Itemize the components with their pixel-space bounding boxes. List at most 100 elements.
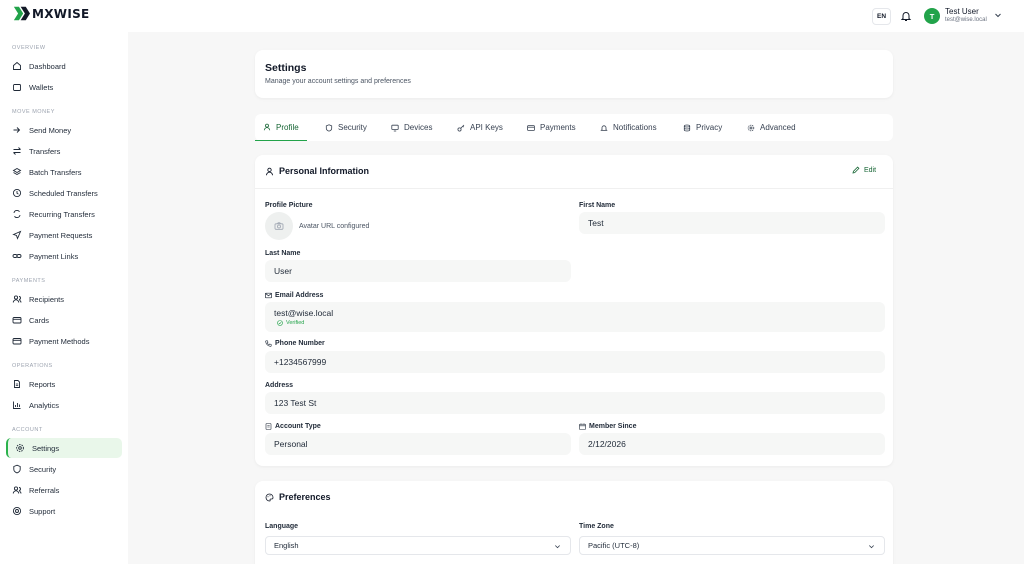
account-type-label: Account Type [265,423,321,430]
user-name[interactable]: Test User [945,7,979,16]
page-subtitle: Manage your account settings and prefere… [265,78,411,85]
tab-profile[interactable]: Profile [255,114,307,141]
verified-badge: Verified [277,320,304,326]
pencil-icon [852,166,860,174]
sidebar-item-label: Settings [32,443,60,453]
edit-button[interactable]: Edit [852,166,876,174]
sidebar-item-scheduled-transfers[interactable]: Scheduled Transfers [6,183,122,203]
sidebar-item-label: Reports [29,379,56,389]
tab-privacy[interactable]: Privacy [675,114,730,141]
language-value: English [274,541,299,550]
tab-label: Security [338,123,367,132]
profile-picture[interactable] [265,212,293,240]
send-icon [13,127,21,133]
sidebar-item-label: Transfers [29,146,61,156]
profile-picture-label: Profile Picture [265,202,313,209]
monitor-icon [391,124,399,131]
first-name-field[interactable]: Test [579,212,885,234]
palette-icon [265,493,274,501]
sidebar-item-label: Scheduled Transfers [29,188,98,198]
address-field[interactable]: 123 Test St [265,392,885,414]
bar-chart-icon [13,401,21,409]
logo[interactable]: MXWISE [13,5,90,22]
sidebar-item-payment-requests[interactable]: Payment Requests [6,225,122,245]
brand-name: MXWISE [32,6,90,21]
tab-label: API Keys [470,123,503,132]
tab-devices[interactable]: Devices [383,114,440,141]
calendar-icon [579,423,586,430]
wallet-icon [13,84,21,91]
logo-icon [13,6,30,21]
email-label: Email Address [265,292,323,299]
tab-payments[interactable]: Payments [519,114,584,141]
tab-advanced[interactable]: Advanced [739,114,804,141]
first-name-label: First Name [579,202,616,209]
sidebar-item-dashboard[interactable]: Dashboard [6,56,122,76]
language-select[interactable]: English [265,536,571,555]
sidebar-item-payment-links[interactable]: Payment Links [6,246,122,266]
card-icon [527,124,535,131]
sidebar-item-transfers[interactable]: Transfers [6,141,122,161]
user-avatar[interactable]: T [924,8,940,24]
sidebar-item-recurring-transfers[interactable]: Recurring Transfers [6,204,122,224]
phone-field[interactable]: +1234567999 [265,351,885,373]
card-icon [12,338,22,345]
sidebar-section-title: OPERATIONS [12,363,53,369]
sidebar-section-title: OVERVIEW [12,45,46,51]
tab-api-keys[interactable]: API Keys [449,114,511,141]
sidebar-item-payment-methods[interactable]: Payment Methods [6,331,122,351]
sidebar-item-send-money[interactable]: Send Money [6,120,122,140]
phone-icon [265,340,272,347]
email-field[interactable]: test@wise.local [265,302,885,332]
tab-security[interactable]: Security [317,114,375,141]
database-icon [683,124,691,131]
sidebar-item-label: Wallets [29,82,54,92]
page-header-card: Settings Manage your account settings an… [255,50,893,98]
sidebar: OVERVIEW Dashboard Wallets MOVE MONEY Se… [0,32,128,564]
card-icon [12,317,22,324]
sidebar-item-support[interactable]: Support [6,501,122,521]
preferences-card: Preferences Language English Time Zone P… [255,481,893,564]
sidebar-item-security[interactable]: Security [6,459,122,479]
lifebuoy-icon [12,506,22,516]
sidebar-item-settings[interactable]: Settings [6,438,122,458]
sidebar-item-cards[interactable]: Cards [6,310,122,330]
timezone-value: Pacific (UTC-8) [588,541,640,550]
sidebar-item-wallets[interactable]: Wallets [6,77,122,97]
paper-plane-icon [12,230,22,240]
gear-icon [16,444,24,452]
sidebar-item-label: Recurring Transfers [29,209,95,219]
member-since-field[interactable]: 2/12/2026 [579,433,885,455]
language-switch-button[interactable]: EN [872,8,891,25]
sidebar-item-referrals[interactable]: Referrals [6,480,122,500]
last-name-field[interactable]: User [265,260,571,282]
file-icon [14,380,20,388]
sidebar-item-label: Payment Links [29,251,79,261]
sidebar-item-analytics[interactable]: Analytics [6,395,122,415]
section-title: Personal Information [265,166,369,176]
mail-icon [265,292,272,299]
chevron-down-icon [869,545,874,549]
last-name-label: Last Name [265,250,301,257]
users-icon [12,486,22,494]
sidebar-item-label: Referrals [29,485,60,495]
section-title-text: Preferences [279,492,331,502]
sidebar-item-label: Security [29,464,57,474]
sidebar-item-label: Cards [29,315,50,325]
notifications-bell-icon[interactable] [900,10,912,22]
user-icon [266,167,273,175]
sidebar-section-title: ACCOUNT [12,427,43,433]
section-title-text: Personal Information [279,166,370,176]
account-type-field[interactable]: Personal [265,433,571,455]
sidebar-item-reports[interactable]: Reports [6,374,122,394]
chevron-down-icon [555,545,560,549]
tab-notifications[interactable]: Notifications [592,114,665,141]
chevron-down-icon[interactable] [994,11,1002,19]
language-label: Language [265,523,299,530]
settings-tabs: Profile Security Devices API Keys Paymen… [255,114,893,141]
sidebar-item-batch-transfers[interactable]: Batch Transfers [6,162,122,182]
sidebar-item-recipients[interactable]: Recipients [6,289,122,309]
timezone-select[interactable]: Pacific (UTC-8) [579,536,885,555]
tab-label: Profile [276,122,299,132]
address-label: Address [265,382,294,389]
